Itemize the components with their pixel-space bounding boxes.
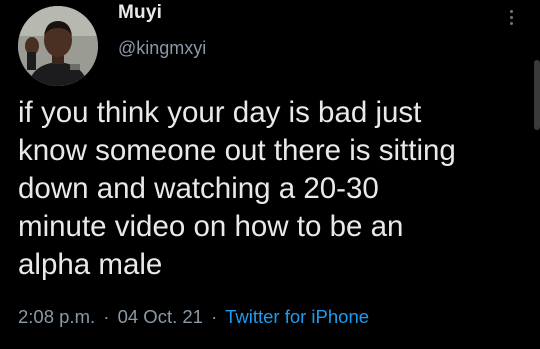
tweet-time[interactable]: 2:08 p.m. xyxy=(18,306,95,327)
tweet-meta: 2:08 p.m. · 04 Oct. 21 · Twitter for iPh… xyxy=(18,306,369,328)
tweet-date[interactable]: 04 Oct. 21 xyxy=(118,306,203,327)
tweet-text: if you think your day is bad just know s… xyxy=(18,96,456,281)
tweet-card: Muyi @kingmxyi if you think your day is … xyxy=(0,0,540,349)
author-display-name[interactable]: Muyi xyxy=(118,2,162,24)
more-options-button[interactable] xyxy=(500,4,522,30)
avatar-photo-icon xyxy=(18,6,98,86)
more-vertical-icon xyxy=(509,21,513,25)
more-vertical-icon xyxy=(509,9,513,13)
tweet-source-link[interactable]: Twitter for iPhone xyxy=(225,306,369,327)
avatar[interactable] xyxy=(18,6,98,86)
meta-separator: · xyxy=(211,306,218,327)
more-vertical-icon xyxy=(509,15,513,19)
author-handle[interactable]: @kingmxyi xyxy=(118,38,206,59)
scrollbar[interactable] xyxy=(534,60,540,130)
meta-separator: · xyxy=(103,306,110,327)
